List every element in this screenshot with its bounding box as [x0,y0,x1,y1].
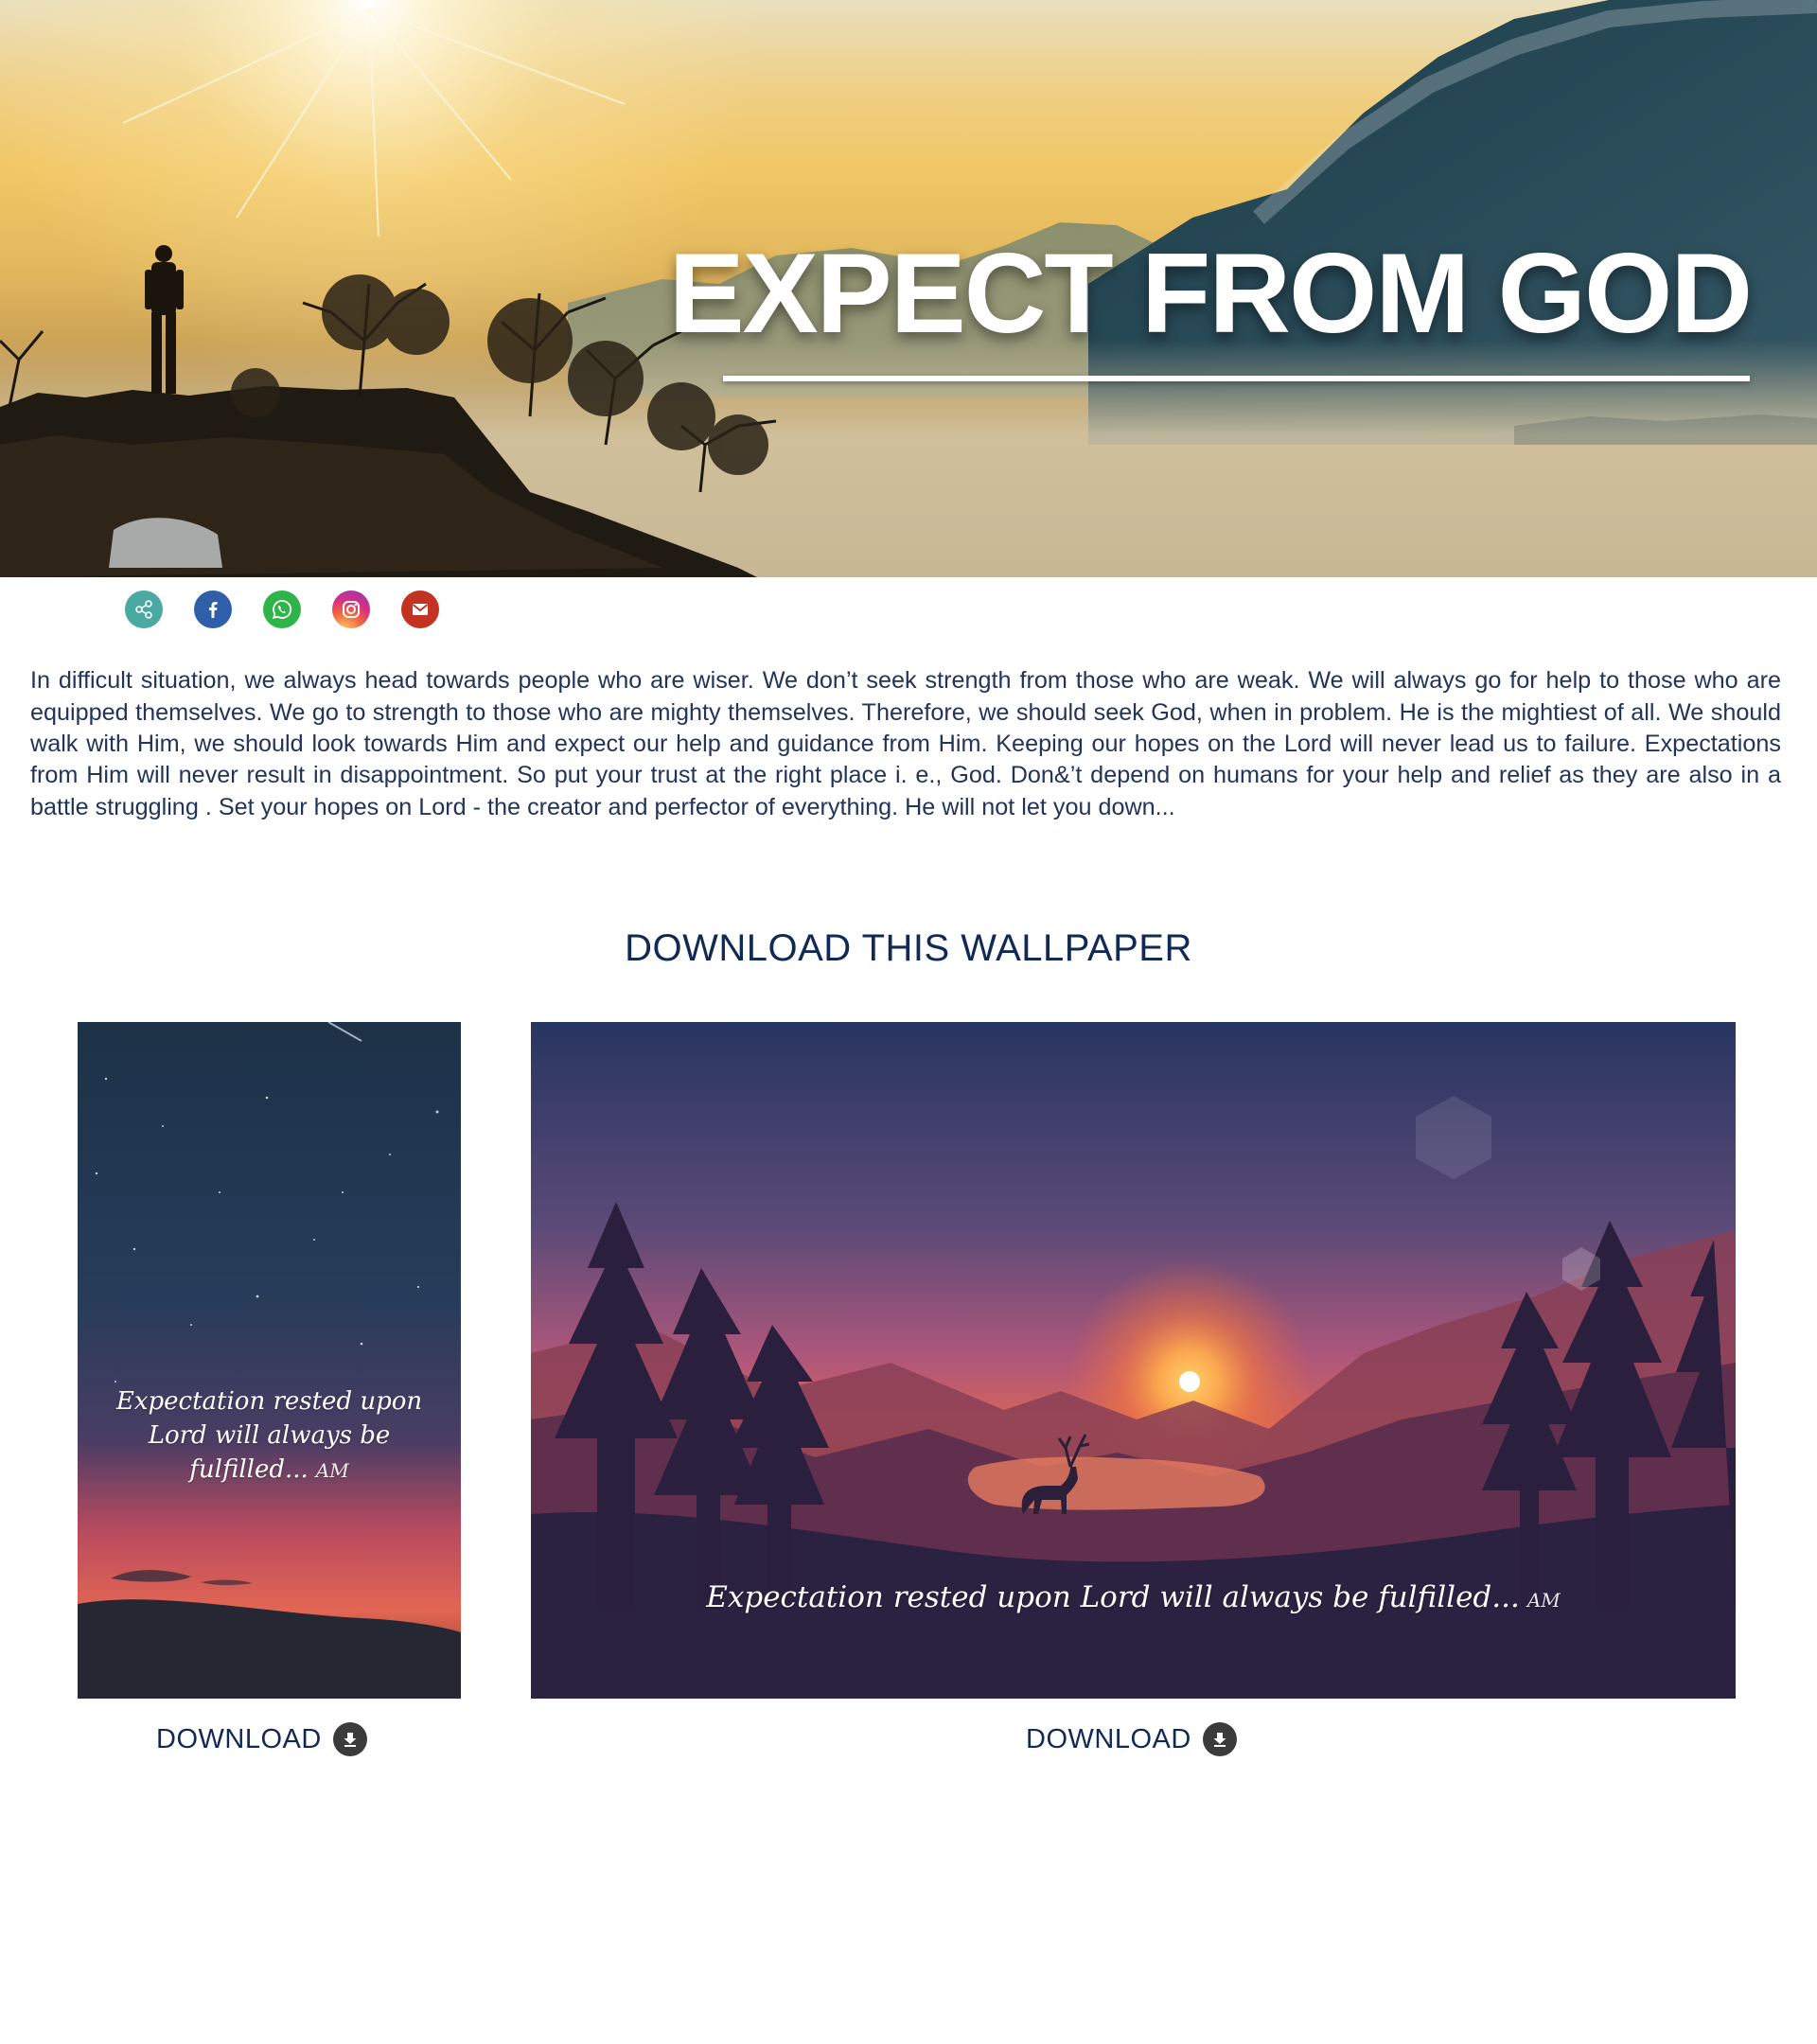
facebook-share-button[interactable] [194,590,232,628]
instagram-icon [343,601,360,618]
download-desktop-wallpaper-button[interactable]: DOWNLOAD [1026,1722,1237,1756]
mobile-quote-line-2-text: Lord will always be fulfilled... [148,1421,391,1484]
download-desktop-label: DOWNLOAD [1026,1723,1191,1754]
mobile-quote-signature: AM [315,1459,349,1482]
share-button[interactable] [125,590,163,628]
whatsapp-share-button[interactable] [263,590,301,628]
download-mobile-wallpaper-button[interactable]: DOWNLOAD [156,1722,367,1756]
desktop-wallpaper-quote: Expectation rested upon Lord will always… [531,1580,1736,1614]
mobile-wallpaper-image [78,1022,461,1699]
gmail-share-button[interactable] [401,590,439,628]
download-icon [1202,1722,1237,1756]
page-title: EXPECT FROM GOD [668,230,1753,357]
download-section-heading: DOWNLOAD THIS WALLPAPER [625,927,1192,969]
instagram-share-button[interactable] [332,590,370,628]
mobile-quote-line-1: Expectation rested upon [115,1387,423,1416]
facebook-icon [209,602,218,618]
download-mobile-label: DOWNLOAD [156,1723,322,1754]
download-arrow-icon [1213,1733,1226,1747]
mobile-quote-line-2: Lord will always be fulfilled... AM [78,1418,461,1488]
hero-banner: EXPECT FROM GOD [0,0,1817,577]
share-icon [135,600,152,619]
gmail-icon [412,604,429,615]
share-bar [125,590,439,628]
page: EXPECT FROM GOD In difficult situation, … [0,0,1817,2044]
desktop-quote-signature: AM [1526,1589,1561,1612]
title-underline [723,376,1750,381]
mobile-wallpaper-preview: Expectation rested upon Lord will always… [78,1022,461,1699]
article-body: In difficult situation, we always head t… [30,667,1781,820]
desktop-quote-text: Expectation rested upon Lord will always… [706,1580,1520,1614]
whatsapp-icon [273,600,292,619]
download-arrow-icon [344,1733,357,1747]
desktop-wallpaper-preview: Expectation rested upon Lord will always… [531,1022,1736,1699]
download-icon [332,1722,367,1756]
mobile-wallpaper-quote: Expectation rested upon Lord will always… [78,1384,461,1488]
